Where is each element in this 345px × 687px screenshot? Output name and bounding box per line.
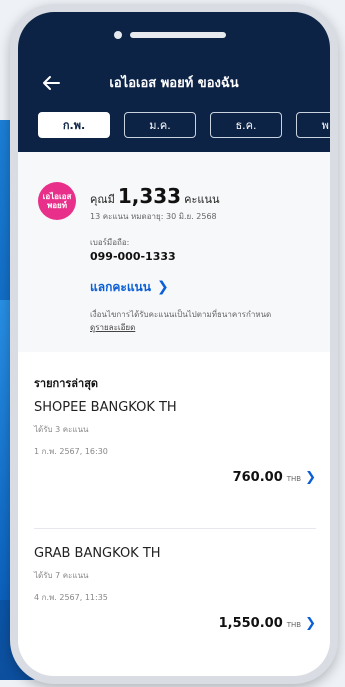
tab-month-3[interactable]: ธ.ค. [210, 112, 282, 138]
transaction-amount-row[interactable]: 1,550.00 THB ❯ [219, 616, 316, 631]
chevron-right-icon: ❯ [305, 616, 316, 631]
chevron-right-icon: ❯ [305, 470, 316, 485]
conditions-text: เงื่อนไขการได้รับคะแนนเป็นไปตามที่ธนาคาร… [90, 310, 272, 319]
transaction-points-earned: ได้รับ 7 คะแนน [34, 571, 89, 580]
page-title: เอไอเอส พอยท์ ของฉัน [109, 76, 239, 91]
recent-transactions: รายการล่าสุด SHOPEE BANGKOK TH ได้รับ 3 … [18, 352, 330, 676]
transaction-amount: 1,550.00 [218, 616, 283, 631]
logo-line-1: เอไอเอส [42, 192, 72, 201]
conditions-link[interactable]: ดูรายละเอียด [90, 323, 135, 332]
points-balance: คุณมี 1,333 คะแนน [90, 184, 220, 208]
app-header: เอไอเอส พอยท์ ของฉัน ก.พ. ม.ค. ธ.ค. พ.ย. [18, 12, 330, 152]
tab-month-2[interactable]: ม.ค. [124, 112, 196, 138]
divider [34, 528, 316, 529]
transaction-item[interactable]: GRAB BANGKOK TH ได้รับ 7 คะแนน 4 ก.พ. 25… [34, 546, 316, 631]
points-value: 1,333 [117, 184, 182, 208]
transaction-item[interactable]: SHOPEE BANGKOK TH ได้รับ 3 คะแนน 1 ก.พ. … [34, 400, 316, 485]
points-summary-card: เอไอเอส พอยท์ คุณมี 1,333 คะแนน 13 คะแนน ห… [18, 152, 330, 352]
chevron-right-icon: ❯ [156, 279, 169, 295]
transaction-points-earned: ได้รับ 3 คะแนน [34, 425, 89, 434]
transaction-amount: 760.00 [232, 470, 283, 485]
transaction-amount-row[interactable]: 760.00 THB ❯ [233, 470, 316, 485]
camera-dot [114, 31, 122, 39]
phone-screen: เอไอเอส พอยท์ ของฉัน ก.พ. ม.ค. ธ.ค. พ.ย.… [18, 12, 330, 676]
transaction-currency: THB [286, 621, 302, 629]
redeem-label: แลกคะแนน [90, 280, 151, 294]
transaction-currency: THB [286, 475, 302, 483]
transaction-date: 4 ก.พ. 2567, 11:35 [34, 593, 108, 602]
points-conditions: เงื่อนไขการได้รับคะแนนเป็นไปตามที่ธนาคาร… [90, 308, 322, 334]
tab-month-4[interactable]: พ.ย. [296, 112, 330, 138]
tab-month-1[interactable]: ก.พ. [38, 112, 110, 138]
redeem-points-link[interactable]: แลกคะแนน ❯ [90, 278, 169, 297]
points-expiry: 13 คะแนน หมดอายุ: 30 มิ.ย. 2568 [90, 212, 217, 221]
points-prefix: คุณมี [90, 193, 115, 206]
phone-label: เบอร์มือถือ: [90, 238, 130, 247]
transaction-date: 1 ก.พ. 2567, 16:30 [34, 447, 108, 456]
month-tabs: ก.พ. ม.ค. ธ.ค. พ.ย. [38, 112, 330, 138]
points-unit: คะแนน [184, 193, 220, 206]
recent-title: รายการล่าสุด [34, 377, 99, 390]
logo-line-2: พอยท์ [46, 201, 68, 210]
ais-points-logo: เอไอเอส พอยท์ [38, 182, 76, 220]
speaker-notch [130, 32, 226, 38]
phone-frame: เอไอเอส พอยท์ ของฉัน ก.พ. ม.ค. ธ.ค. พ.ย.… [10, 4, 338, 684]
phone-number: 099-000-1333 [90, 250, 176, 263]
transaction-merchant: GRAB BANGKOK TH [34, 546, 161, 561]
transaction-merchant: SHOPEE BANGKOK TH [34, 400, 177, 415]
